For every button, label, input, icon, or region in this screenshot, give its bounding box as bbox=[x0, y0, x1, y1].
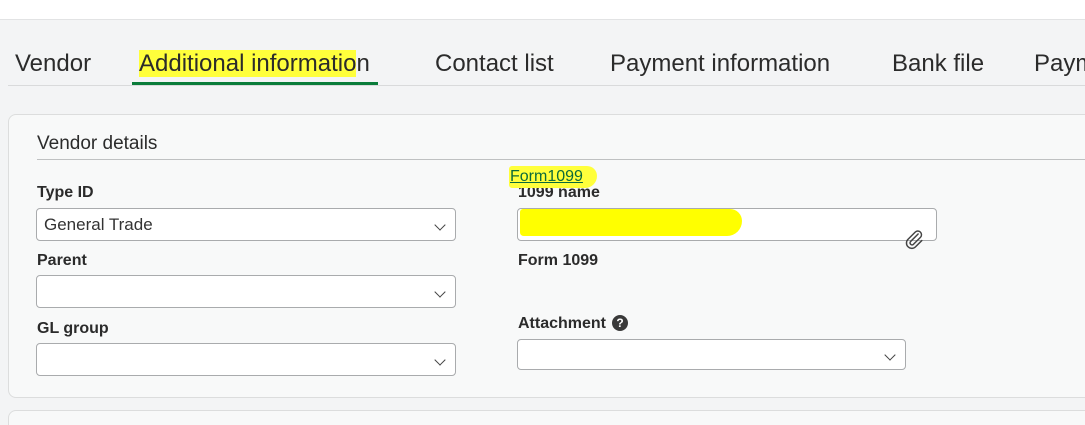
section-title: Vendor details bbox=[37, 133, 158, 154]
type-id-label: Type ID bbox=[37, 184, 94, 201]
chevron-down-icon bbox=[434, 286, 446, 298]
form-1099-label: Form 1099 bbox=[518, 252, 599, 269]
gl-group-label: GL group bbox=[37, 320, 109, 337]
attachment-label: Attachment bbox=[518, 315, 607, 332]
attachment-label-row: Attachment? bbox=[518, 315, 629, 333]
form-1099-link[interactable]: Form1099 bbox=[510, 168, 583, 185]
parent-label: Parent bbox=[37, 252, 87, 269]
help-circle-icon[interactable]: ? bbox=[612, 315, 629, 331]
gl-group-select[interactable] bbox=[36, 343, 456, 376]
tab-label-highlighted: Additional informatio bbox=[139, 50, 357, 77]
redaction-highlight bbox=[520, 209, 742, 236]
tab-additional-information[interactable]: Additional information bbox=[132, 48, 378, 85]
tab-divider bbox=[8, 85, 1085, 86]
form-1099-link-highlight: Form1099 bbox=[509, 166, 597, 188]
tab-contact-list[interactable]: Contact list bbox=[435, 48, 554, 80]
section-divider bbox=[37, 159, 1085, 160]
next-panel bbox=[8, 410, 1085, 425]
type-id-select[interactable]: General Trade bbox=[36, 208, 456, 241]
tab-vendor[interactable]: Vendor bbox=[15, 48, 91, 80]
parent-select[interactable] bbox=[36, 275, 456, 308]
chevron-down-icon bbox=[434, 219, 446, 231]
tab-payment-partial[interactable]: Paym bbox=[1034, 48, 1085, 80]
chevron-down-icon bbox=[884, 349, 896, 361]
type-id-value: General Trade bbox=[44, 215, 153, 234]
tab-payment-information[interactable]: Payment information bbox=[610, 48, 830, 80]
tab-bar: Vendor Additional information Contact li… bbox=[0, 48, 1085, 86]
paperclip-icon[interactable] bbox=[903, 228, 925, 250]
name-1099-input[interactable] bbox=[517, 208, 937, 241]
attachment-select[interactable] bbox=[517, 339, 906, 370]
tab-bank-file[interactable]: Bank file bbox=[892, 48, 984, 80]
chevron-down-icon bbox=[434, 354, 446, 366]
tab-label-rest: n bbox=[356, 50, 370, 77]
top-bar bbox=[0, 0, 1085, 20]
